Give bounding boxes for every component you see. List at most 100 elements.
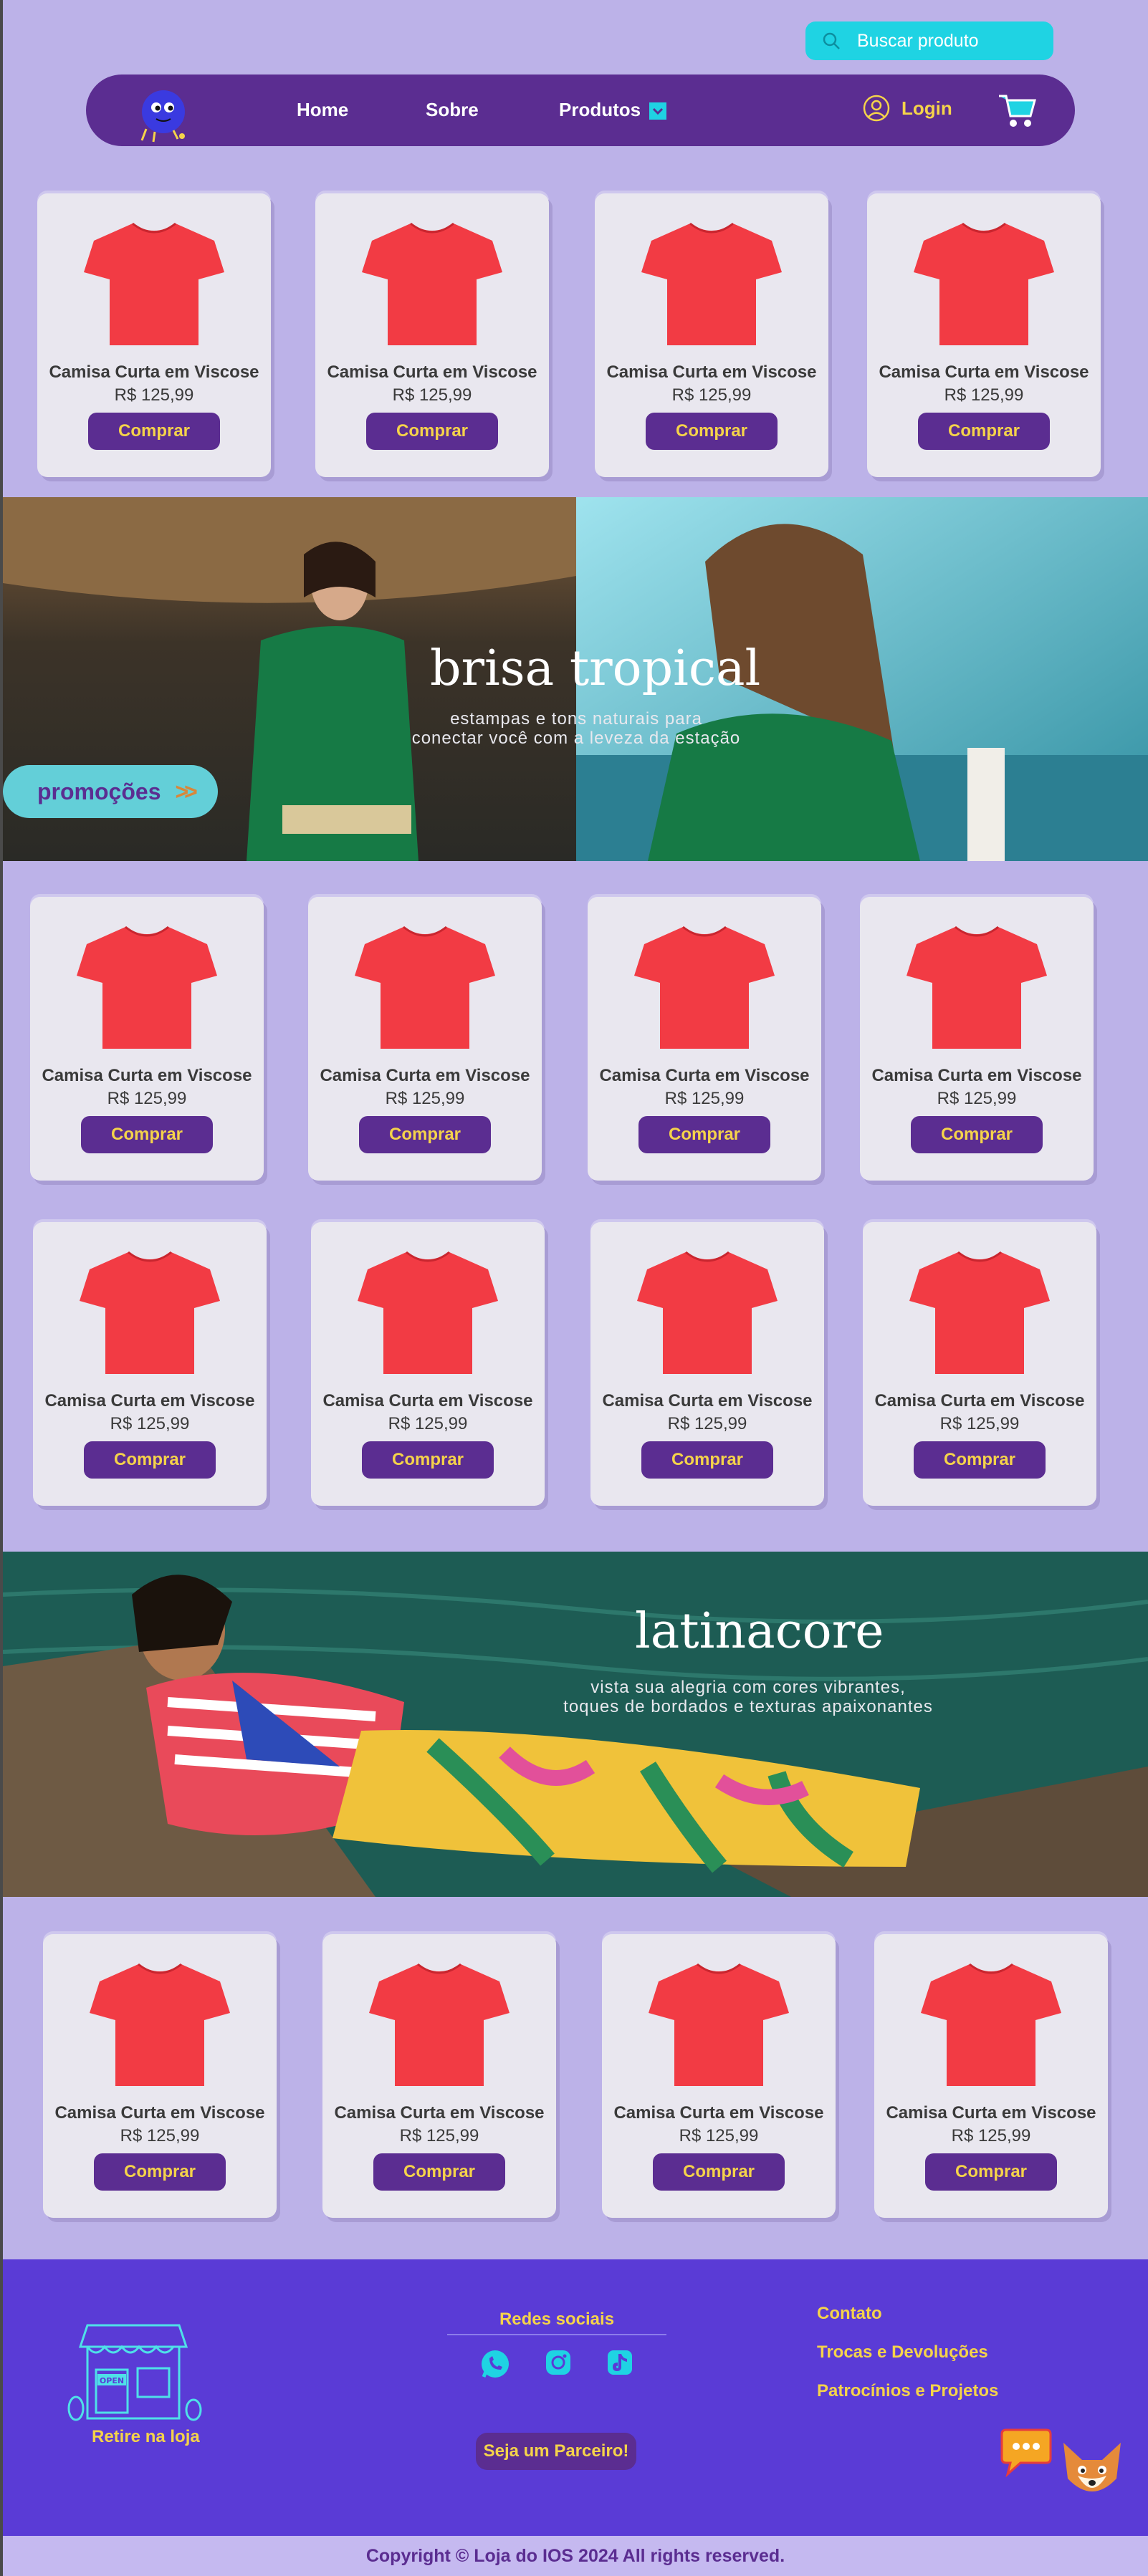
buy-button[interactable]: Comprar xyxy=(911,1116,1043,1153)
product-name: Camisa Curta em Viscose xyxy=(613,2103,824,2123)
product-price: R$ 125,99 xyxy=(114,385,194,405)
nav-home[interactable]: Home xyxy=(297,99,348,121)
shirt-image xyxy=(84,222,224,345)
shirt-image xyxy=(369,1963,510,2086)
product-card[interactable]: Camisa Curta em Viscose R$ 125,99 Comprar xyxy=(322,1934,556,2218)
chat-icon[interactable] xyxy=(999,2427,1053,2477)
product-card[interactable]: Camisa Curta em Viscose R$ 125,99 Comprar xyxy=(311,1222,545,1506)
buy-button[interactable]: Comprar xyxy=(94,2153,226,2191)
nav-about[interactable]: Sobre xyxy=(426,99,479,121)
buy-button[interactable]: Comprar xyxy=(359,1116,491,1153)
nav-products-label: Produtos xyxy=(559,99,641,120)
shirt-image xyxy=(358,1251,498,1374)
buy-button[interactable]: Comprar xyxy=(638,1116,770,1153)
logo-icon[interactable] xyxy=(138,83,195,143)
navbar: Home Sobre Produtos Login xyxy=(86,75,1075,146)
banner1-subtitle-line2: conectar você com a leveza da estação xyxy=(411,729,741,748)
promotions-button[interactable]: promoções >> xyxy=(3,765,218,818)
partner-button[interactable]: Seja um Parceiro! xyxy=(476,2433,636,2470)
product-card[interactable]: Camisa Curta em Viscose R$ 125,99 Comprar xyxy=(308,897,542,1181)
product-name: Camisa Curta em Viscose xyxy=(327,362,537,382)
product-card[interactable]: Camisa Curta em Viscose R$ 125,99 Comprar xyxy=(37,193,271,477)
store-icon[interactable]: OPEN xyxy=(66,2318,209,2426)
buy-button[interactable]: Comprar xyxy=(366,413,498,450)
login-button[interactable]: Login xyxy=(863,95,952,122)
product-card[interactable]: Camisa Curta em Viscose R$ 125,99 Comprar xyxy=(874,1934,1108,2218)
product-price: R$ 125,99 xyxy=(385,1089,465,1108)
banner2-title: latinacore xyxy=(635,1603,884,1660)
buy-button[interactable]: Comprar xyxy=(925,2153,1057,2191)
banner1-subtitle-line1: estampas e tons naturais para xyxy=(450,709,702,729)
contact-link[interactable]: Contato xyxy=(817,2304,882,2324)
shirt-image xyxy=(77,926,217,1049)
shirt-image xyxy=(634,926,775,1049)
shirt-image xyxy=(649,1963,789,2086)
product-name: Camisa Curta em Viscose xyxy=(334,2103,545,2123)
buy-button[interactable]: Comprar xyxy=(914,1441,1046,1479)
tiktok-icon[interactable] xyxy=(606,2348,634,2377)
product-price: R$ 125,99 xyxy=(951,2126,1031,2145)
buy-button[interactable]: Comprar xyxy=(918,413,1050,450)
product-card[interactable]: Camisa Curta em Viscose R$ 125,99 Comprar xyxy=(33,1222,267,1506)
product-name: Camisa Curta em Viscose xyxy=(320,1066,530,1085)
product-price: R$ 125,99 xyxy=(937,1089,1017,1108)
login-label: Login xyxy=(901,97,952,119)
product-name: Camisa Curta em Viscose xyxy=(871,1066,1082,1085)
product-card[interactable]: Camisa Curta em Viscose R$ 125,99 Comprar xyxy=(590,1222,824,1506)
buy-button[interactable]: Comprar xyxy=(373,2153,505,2191)
buy-button[interactable]: Comprar xyxy=(81,1116,213,1153)
product-price: R$ 125,99 xyxy=(664,1089,745,1108)
banner-latinacore[interactable]: latinacore vista sua alegria com cores v… xyxy=(3,1552,1148,1897)
product-card[interactable]: Camisa Curta em Viscose R$ 125,99 Comprar xyxy=(588,897,821,1181)
product-name: Camisa Curta em Viscose xyxy=(606,362,817,382)
user-icon xyxy=(863,95,890,122)
product-card[interactable]: Camisa Curta em Viscose R$ 125,99 Comprar xyxy=(860,897,1094,1181)
product-card[interactable]: Camisa Curta em Viscose R$ 125,99 Comprar xyxy=(30,897,264,1181)
search-bar[interactable]: Buscar produto xyxy=(805,21,1053,60)
returns-link[interactable]: Trocas e Devoluções xyxy=(817,2342,988,2363)
fox-mascot-icon[interactable] xyxy=(1056,2436,1128,2507)
product-name: Camisa Curta em Viscose xyxy=(879,362,1089,382)
product-card[interactable]: Camisa Curta em Viscose R$ 125,99 Comprar xyxy=(867,193,1101,477)
product-card[interactable]: Camisa Curta em Viscose R$ 125,99 Comprar xyxy=(602,1934,836,2218)
product-name: Camisa Curta em Viscose xyxy=(602,1391,813,1410)
shirt-image xyxy=(921,1963,1061,2086)
product-price: R$ 125,99 xyxy=(120,2126,200,2145)
product-price: R$ 125,99 xyxy=(392,385,472,405)
cart-icon[interactable] xyxy=(998,90,1038,130)
shirt-image xyxy=(355,926,495,1049)
product-price: R$ 125,99 xyxy=(667,1414,747,1433)
social-title: Redes sociais xyxy=(447,2310,666,2335)
banner2-subtitle: vista sua alegria com cores vibrantes, t… xyxy=(533,1678,963,1716)
product-name: Camisa Curta em Viscose xyxy=(599,1066,810,1085)
left-frame xyxy=(0,0,3,2576)
buy-button[interactable]: Comprar xyxy=(362,1441,494,1479)
promotions-label: promoções xyxy=(37,778,161,804)
product-card[interactable]: Camisa Curta em Viscose R$ 125,99 Comprar xyxy=(595,193,828,477)
banner2-subtitle-line1: vista sua alegria com cores vibrantes, xyxy=(590,1678,906,1697)
product-price: R$ 125,99 xyxy=(944,385,1024,405)
search-placeholder: Buscar produto xyxy=(857,30,979,51)
shirt-image xyxy=(909,1251,1050,1374)
shirt-image xyxy=(907,926,1047,1049)
product-card[interactable]: Camisa Curta em Viscose R$ 125,99 Comprar xyxy=(315,193,549,477)
buy-button[interactable]: Comprar xyxy=(653,2153,785,2191)
product-card[interactable]: Camisa Curta em Viscose R$ 125,99 Comprar xyxy=(43,1934,277,2218)
buy-button[interactable]: Comprar xyxy=(88,413,220,450)
buy-button[interactable]: Comprar xyxy=(84,1441,216,1479)
nav-products[interactable]: Produtos xyxy=(559,99,667,121)
product-card[interactable]: Camisa Curta em Viscose R$ 125,99 Comprar xyxy=(863,1222,1096,1506)
search-icon xyxy=(823,32,840,49)
store-pickup-link[interactable]: Retire na loja xyxy=(92,2427,200,2447)
product-price: R$ 125,99 xyxy=(110,1414,190,1433)
buy-button[interactable]: Comprar xyxy=(641,1441,773,1479)
product-price: R$ 125,99 xyxy=(671,385,752,405)
whatsapp-icon[interactable] xyxy=(479,2348,511,2380)
shirt-image xyxy=(362,222,502,345)
instagram-icon[interactable] xyxy=(544,2348,573,2377)
buy-button[interactable]: Comprar xyxy=(646,413,778,450)
product-name: Camisa Curta em Viscose xyxy=(54,2103,265,2123)
product-price: R$ 125,99 xyxy=(107,1089,187,1108)
sponsorship-link[interactable]: Patrocínios e Projetos xyxy=(817,2381,998,2401)
product-price: R$ 125,99 xyxy=(679,2126,759,2145)
